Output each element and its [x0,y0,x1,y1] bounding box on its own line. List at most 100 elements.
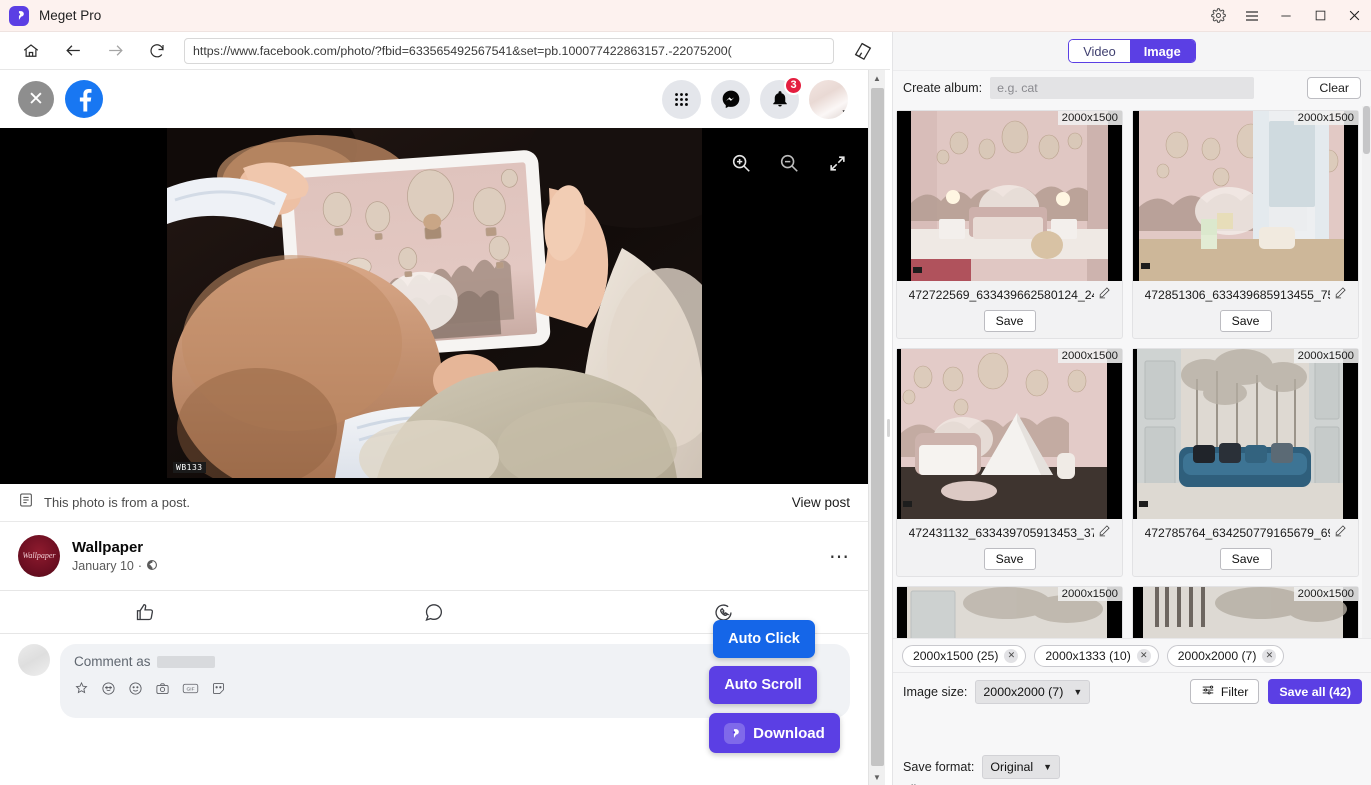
facebook-logo-icon[interactable] [65,80,103,118]
avatar-emoji-icon[interactable] [101,681,116,701]
download-button[interactable]: Download [709,713,840,753]
author-name[interactable]: Wallpaper [72,539,158,556]
messenger-icon[interactable] [711,79,750,119]
more-dots-icon[interactable]: ⋯ [829,544,850,569]
save-button[interactable]: Save [1219,310,1272,332]
meget-play-icon [9,5,29,26]
minimize-icon[interactable] [1269,0,1303,32]
panel-scrollbar-thumb[interactable] [1363,106,1370,154]
author-meta: Wallpaper January 10 · [72,539,158,574]
media-type-toggle-wrap: Video Image [893,32,1371,70]
post-document-icon [18,492,34,513]
gear-icon[interactable] [1201,0,1235,32]
card-filename: 472722569_633439662580124_243 [908,288,1094,302]
scrollbar-thumb[interactable] [871,88,884,766]
smiley-icon[interactable] [128,681,143,701]
close-icon[interactable] [1337,0,1371,32]
create-album-input[interactable] [990,76,1255,99]
auto-scroll-button[interactable]: Auto Scroll [709,666,817,704]
photo-image[interactable]: WB133 [167,128,702,478]
image-card[interactable]: 2000x1500 472785764_634250779165679_691 … [1132,348,1359,577]
author-avatar[interactable]: Wallpaper [18,535,60,577]
filter-chip[interactable]: 2000x2000 (7) ✕ [1166,644,1285,667]
save-format-select[interactable]: Original ▼ [982,755,1061,779]
maximize-icon[interactable] [1303,0,1337,32]
photo-controls [728,150,850,176]
tab-video[interactable]: Video [1069,40,1130,62]
image-card[interactable]: 2000x1500 472722569_633439662580124_243 … [896,110,1123,339]
camera-icon[interactable] [155,681,170,701]
card-thumbnail[interactable]: 2000x1500 [897,349,1122,519]
card-thumbnail[interactable]: 2000x1500 [1133,349,1358,519]
pencil-icon[interactable] [1334,524,1347,542]
scroll-down-arrow[interactable]: ▼ [869,769,885,785]
filter-label: Filter [1220,684,1249,699]
url-text: https://www.facebook.com/photo/?fbid=633… [193,43,732,58]
sticker-star-icon[interactable] [74,681,89,701]
pane-divider-handle[interactable] [885,70,892,785]
reload-icon[interactable] [142,36,172,66]
chip-close-icon[interactable]: ✕ [1262,648,1277,663]
comment-placeholder-text: Comment as [74,654,151,669]
card-filename-row: 472722569_633439662580124_243 [897,281,1122,306]
card-thumbnail[interactable]: 2000x1500 [1133,111,1358,281]
filter-button[interactable]: Filter [1189,679,1260,704]
filter-chip[interactable]: 2000x1500 (25) ✕ [902,644,1027,667]
auto-click-button[interactable]: Auto Click [713,620,815,658]
expand-icon[interactable] [824,150,850,176]
comment-button[interactable] [289,602,578,623]
pencil-icon[interactable] [1098,286,1111,304]
url-bar[interactable]: https://www.facebook.com/photo/?fbid=633… [184,37,834,64]
bell-icon[interactable]: 3 [760,75,803,119]
pencil-icon[interactable] [1098,524,1111,542]
hamburger-icon[interactable] [1235,0,1269,32]
gif-icon[interactable]: GIF [182,681,199,701]
post-note-row: This photo is from a post. View post [0,484,868,522]
close-photo-button[interactable]: ✕ [18,81,54,117]
apps-grid-icon[interactable] [662,79,701,119]
browser-toolbar: https://www.facebook.com/photo/?fbid=633… [0,32,890,70]
filter-chip[interactable]: 2000x1333 (10) ✕ [1034,644,1159,667]
save-button[interactable]: Save [983,548,1036,570]
cast-icon[interactable] [852,39,876,63]
image-card[interactable]: 2000x1500 472851306_633439685913455_758 … [1132,110,1359,339]
downloader-panel: Video Image Create album: Clear [892,32,1371,785]
globe-icon [146,559,158,574]
scroll-up-arrow[interactable]: ▲ [869,70,885,86]
save-button[interactable]: Save [983,310,1036,332]
avatar[interactable]: ▾ [809,79,848,119]
save-button[interactable]: Save [1219,548,1272,570]
chevron-down-icon: ▾ [842,106,847,117]
sticker-tag-icon[interactable] [211,681,226,701]
like-button[interactable] [0,602,289,623]
chip-close-icon[interactable]: ✕ [1136,648,1151,663]
forward-icon[interactable] [100,36,130,66]
dimension-badge: 2000x1500 [1293,349,1358,363]
comment-avatar [18,644,50,676]
create-album-row: Create album: Clear [893,70,1371,104]
image-grid-scroll[interactable]: 2000x1500 472722569_633439662580124_243 … [893,106,1371,666]
image-size-value: 2000x2000 (7) [983,684,1064,699]
chip-close-icon[interactable]: ✕ [1004,648,1019,663]
viewer-scrollbar[interactable]: ▲ ▼ [868,70,885,785]
app-title: Meget Pro [39,8,102,23]
window-titlebar: Meget Pro [0,0,1371,32]
zoom-out-icon[interactable] [776,150,802,176]
pencil-icon[interactable] [1334,286,1347,304]
tab-image[interactable]: Image [1129,40,1195,62]
image-card[interactable]: 2000x1500 472431132_633439705913453_371 … [896,348,1123,577]
zoom-in-icon[interactable] [728,150,754,176]
floating-actions: Auto Click Auto Scroll Download [709,620,840,753]
save-all-button[interactable]: Save all (42) [1268,679,1362,704]
card-filename-row: 472785764_634250779165679_691 [1133,519,1358,544]
clear-button[interactable]: Clear [1307,76,1361,99]
home-icon[interactable] [16,36,46,66]
photo-stage: WB133 [0,128,868,484]
card-thumbnail[interactable]: 2000x1500 [897,111,1122,281]
view-post-link[interactable]: View post [792,495,850,510]
back-icon[interactable] [58,36,88,66]
post-note-text: This photo is from a post. [44,495,190,510]
svg-text:GIF: GIF [186,687,194,693]
image-size-select[interactable]: 2000x2000 (7) ▼ [975,679,1091,704]
panel-scrollbar[interactable] [1362,106,1371,666]
